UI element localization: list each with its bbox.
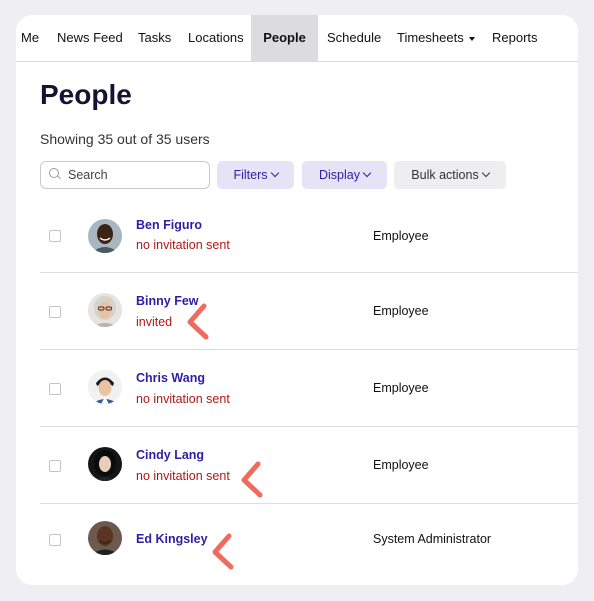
search-placeholder: Search <box>68 168 108 182</box>
filters-label: Filters <box>233 168 268 182</box>
avatar <box>88 447 122 481</box>
row-checkbox[interactable] <box>49 306 61 318</box>
avatar-image <box>88 521 122 555</box>
avatar <box>88 521 122 555</box>
user-count-text: Showing 35 out of 35 users <box>40 131 210 147</box>
row-checkbox[interactable] <box>49 460 61 472</box>
user-name[interactable]: Chris Wang <box>136 371 205 385</box>
nav-item-news-feed[interactable]: News Feed <box>57 15 123 61</box>
chevron-down-icon <box>481 168 490 178</box>
avatar-image <box>88 370 122 404</box>
user-row[interactable]: Ed Kingsley System Administrator <box>40 504 578 576</box>
avatar <box>88 219 122 253</box>
avatar-image <box>88 447 122 481</box>
top-nav: Me News Feed Tasks Locations People Sche… <box>16 15 578 62</box>
user-row[interactable]: Cindy Lang no invitation sent Employee <box>40 427 578 504</box>
user-role: Employee <box>373 304 429 318</box>
row-checkbox[interactable] <box>49 534 61 546</box>
nav-item-people[interactable]: People <box>251 15 318 61</box>
user-row[interactable]: Ben Figuro no invitation sent Employee <box>40 202 578 273</box>
display-button[interactable]: Display <box>302 161 387 189</box>
row-checkbox[interactable] <box>49 230 61 242</box>
user-role: Employee <box>373 458 429 472</box>
chevron-down-icon <box>270 168 279 178</box>
avatar <box>88 370 122 404</box>
nav-item-me[interactable]: Me <box>21 15 39 61</box>
user-row[interactable]: Chris Wang no invitation sent Employee <box>40 350 578 427</box>
people-page-card: Me News Feed Tasks Locations People Sche… <box>16 15 578 585</box>
nav-item-reports[interactable]: Reports <box>492 15 538 61</box>
nav-item-timesheets-label: Timesheets <box>397 30 464 45</box>
annotation-arrow-icon <box>241 461 263 498</box>
annotation-arrow-icon <box>212 533 234 570</box>
nav-item-timesheets[interactable]: Timesheets <box>397 15 475 61</box>
bulk-actions-label: Bulk actions <box>411 168 479 182</box>
display-label: Display <box>319 168 360 182</box>
user-role: Employee <box>373 229 429 243</box>
nav-item-locations[interactable]: Locations <box>188 15 244 61</box>
user-name[interactable]: Cindy Lang <box>136 448 204 462</box>
caret-down-icon <box>468 36 475 41</box>
bulk-actions-button[interactable]: Bulk actions <box>394 161 506 189</box>
avatar-image <box>88 293 122 327</box>
invitation-status: no invitation sent <box>136 392 230 406</box>
filters-button[interactable]: Filters <box>217 161 294 189</box>
row-checkbox[interactable] <box>49 383 61 395</box>
avatar-image <box>88 219 122 253</box>
user-role: Employee <box>373 381 429 395</box>
chevron-down-icon <box>362 168 372 178</box>
invitation-status: invited <box>136 315 173 329</box>
annotation-arrow-icon <box>187 303 209 340</box>
user-role: System Administrator <box>373 532 492 546</box>
page-title: People <box>40 79 132 110</box>
invitation-status: no invitation sent <box>136 238 230 252</box>
avatar <box>88 293 122 327</box>
user-name[interactable]: Ben Figuro <box>136 218 202 232</box>
nav-item-schedule[interactable]: Schedule <box>327 15 381 61</box>
search-icon <box>49 168 59 178</box>
search-input[interactable]: Search <box>40 161 210 189</box>
user-name[interactable]: Ed Kingsley <box>136 532 208 546</box>
invitation-status: no invitation sent <box>136 469 230 483</box>
user-row[interactable]: Binny Few invited Employee <box>40 273 578 350</box>
nav-item-tasks[interactable]: Tasks <box>138 15 171 61</box>
